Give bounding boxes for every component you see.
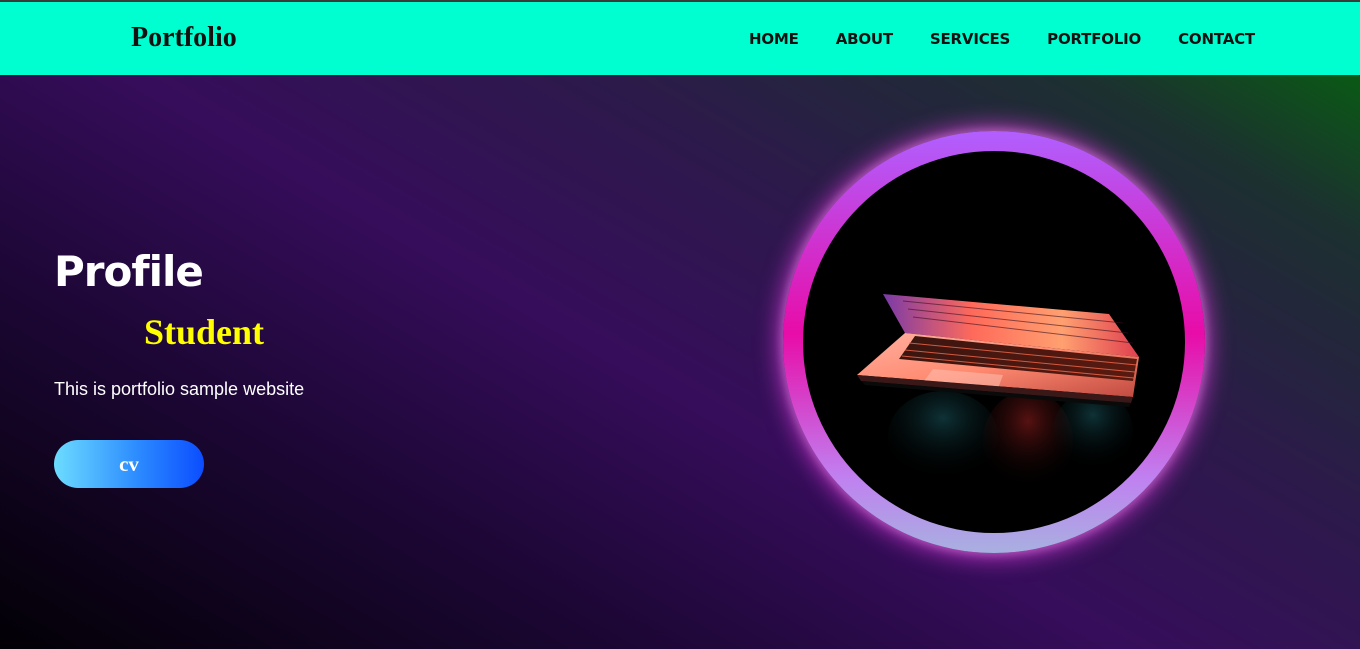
site-header: Portfolio HOME ABOUT SERVICES PORTFOLIO … — [0, 2, 1360, 75]
hero-section: Profile Student This is portfolio sample… — [0, 75, 1360, 649]
nav-services[interactable]: SERVICES — [930, 30, 1010, 48]
nav-contact[interactable]: CONTACT — [1178, 30, 1255, 48]
nav-about[interactable]: ABOUT — [836, 30, 893, 48]
nav-portfolio[interactable]: PORTFOLIO — [1047, 30, 1141, 48]
hero-title: Profile — [54, 247, 204, 296]
main-nav: HOME ABOUT SERVICES PORTFOLIO CONTACT — [749, 30, 1255, 48]
cv-button[interactable]: cv — [54, 440, 204, 488]
laptop-photo — [803, 151, 1185, 533]
site-logo[interactable]: Portfolio — [131, 22, 237, 54]
profile-image-ring — [783, 131, 1205, 553]
hero-description: This is portfolio sample website — [54, 379, 305, 399]
nav-home[interactable]: HOME — [749, 30, 799, 48]
hero-subtitle: Student — [144, 312, 265, 352]
laptop-illustration — [857, 294, 1139, 491]
